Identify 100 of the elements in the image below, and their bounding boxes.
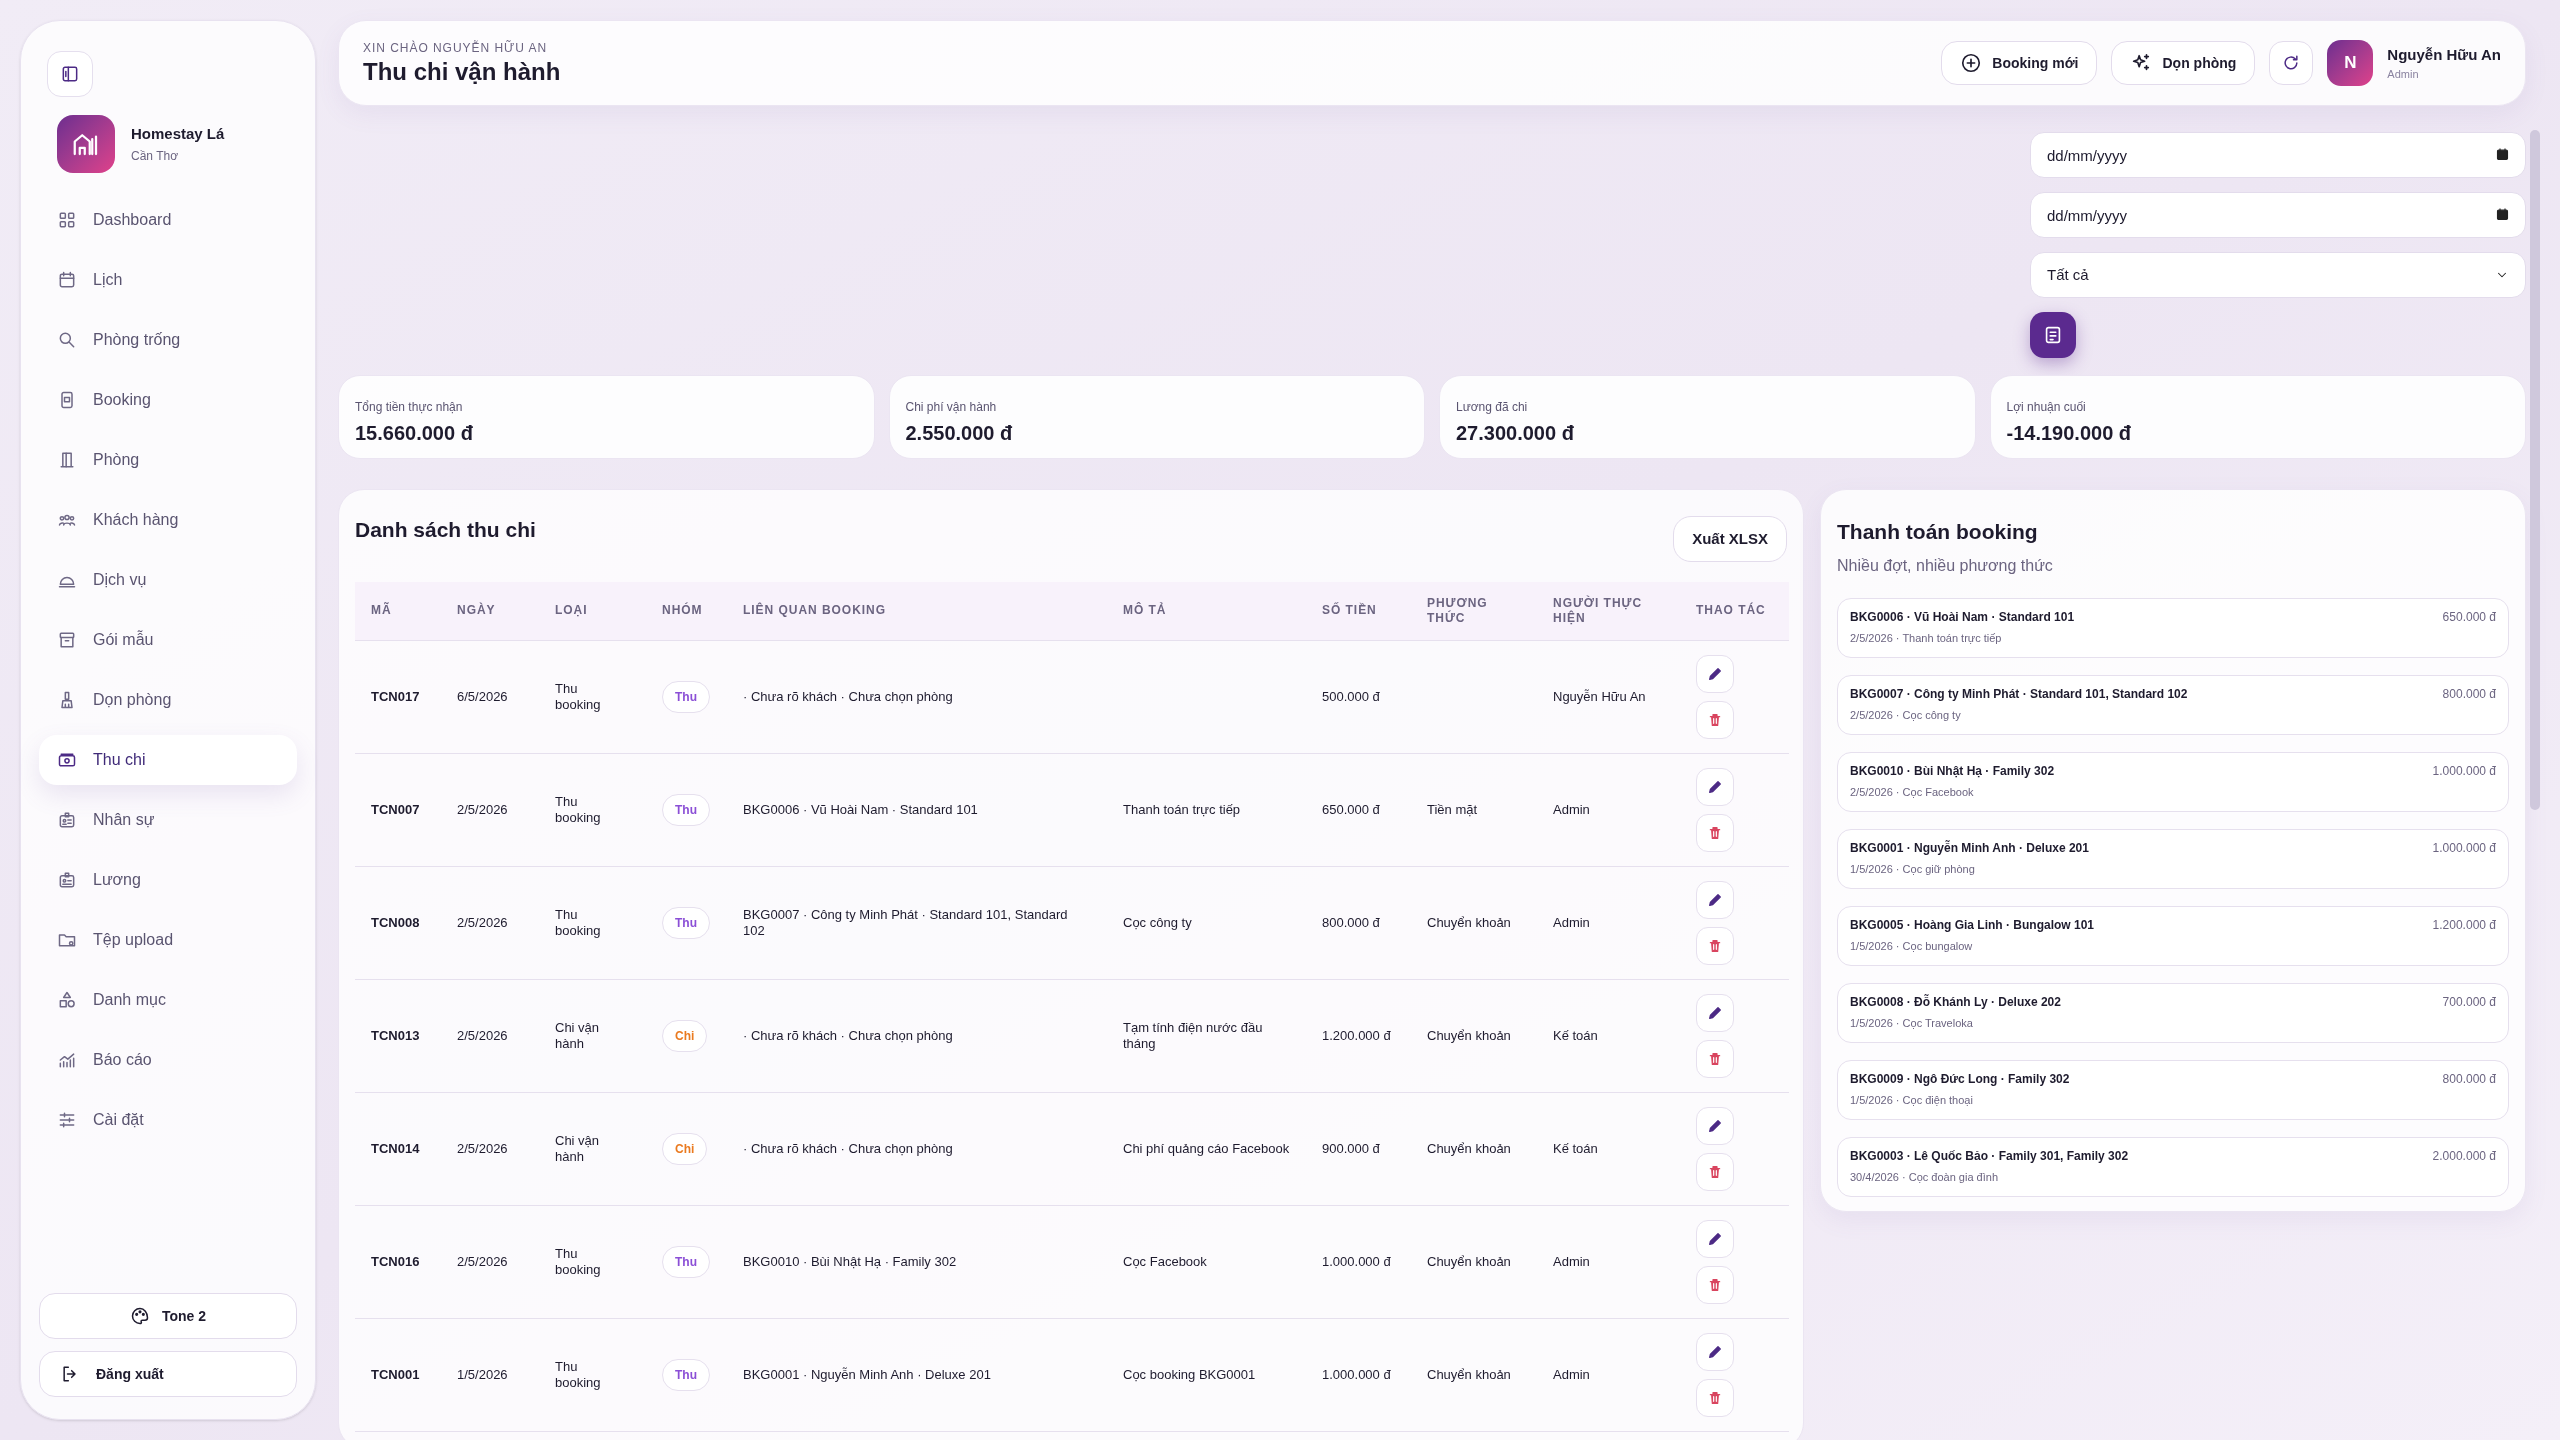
type-cell-text: Thu booking — [555, 680, 602, 713]
sidebar-item[interactable]: Dọn phòng — [39, 675, 297, 725]
sidebar-item[interactable]: Gói mẫu — [39, 615, 297, 665]
sidebar-item[interactable]: Thu chi — [39, 735, 297, 785]
payment-detail: 1/5/2026 · Cọc điện thoại — [1850, 1093, 1974, 1107]
edit-button[interactable] — [1696, 1219, 1734, 1258]
sidebar-item[interactable]: Cài đặt — [39, 1095, 297, 1145]
payment-amount: 800.000 đ — [2442, 686, 2496, 701]
sidebar-item[interactable]: Danh mục — [39, 975, 297, 1025]
trash-icon — [1707, 1050, 1723, 1067]
edit-button[interactable] — [1696, 880, 1734, 919]
booking-cell-text: · Chưa rõ khách · Chưa chọn phòng — [743, 1140, 954, 1157]
payment-detail: 1/5/2026 · Cọc Traveloka — [1850, 1016, 1974, 1030]
sidebar-item[interactable]: Phòng — [39, 435, 297, 485]
group-badge: Chi — [662, 1132, 708, 1165]
export-button[interactable]: Xuất XLSX — [1673, 516, 1787, 562]
plus-circle-icon — [1960, 52, 1983, 74]
sliders-icon — [57, 1110, 77, 1130]
sidebar-item[interactable]: Booking — [39, 375, 297, 425]
sidebar-item[interactable]: Khách hàng — [39, 495, 297, 545]
edit-button[interactable] — [1696, 1332, 1734, 1371]
group-badge: Chi — [662, 1019, 708, 1052]
delete-button[interactable] — [1696, 1039, 1734, 1078]
delete-button[interactable] — [1696, 926, 1734, 965]
shapes-icon — [57, 990, 77, 1010]
payment-card[interactable]: BKG0006 · Vũ Hoài Nam · Standard 101 2/5/2026 · Thanh toán trực tiếp 650.000 đ — [1837, 597, 2509, 658]
booking-cell-text: · Chưa rõ khách · Chưa chọn phòng — [743, 688, 954, 705]
sidebar-item[interactable]: Lương — [39, 855, 297, 905]
date-cell-text: 2/5/2026 — [457, 1027, 509, 1044]
transaction-code: TCN013 — [371, 1027, 421, 1044]
transaction-code: TCN008 — [371, 914, 421, 931]
transaction-code: TCN016 — [371, 1253, 421, 1270]
payment-title: BKG0009 · Ngô Đức Long · Family 302 — [1850, 1071, 2071, 1086]
trash-icon — [1707, 1389, 1723, 1406]
payment-detail: 2/5/2026 · Cọc Facebook — [1850, 785, 1975, 799]
date-field[interactable]: dd/mm/yyyy — [2030, 132, 2526, 178]
description-cell-text: Cọc booking BKG0001 — [1123, 1366, 1257, 1383]
edit-button[interactable] — [1696, 654, 1734, 693]
method-cell-text: Chuyển khoản — [1427, 914, 1512, 931]
edit-button[interactable] — [1696, 993, 1734, 1032]
person-cell-text: Admin — [1553, 1366, 1591, 1383]
edit-button[interactable] — [1696, 1106, 1734, 1145]
date-cell-text: 1/5/2026 — [457, 1366, 509, 1383]
transaction-code: TCN001 — [371, 1366, 421, 1383]
payment-title: BKG0003 · Lê Quốc Bảo · Family 301, Family 302 — [1850, 1148, 2130, 1163]
column-header: THAO TÁC — [1696, 603, 1767, 619]
payment-detail: 2/5/2026 · Cọc công ty — [1850, 708, 1962, 722]
type-select[interactable]: Tất cả — [2030, 252, 2526, 298]
transaction-code: TCN017 — [371, 688, 421, 705]
column-header: MÃ — [371, 603, 393, 619]
date-field[interactable]: dd/mm/yyyy — [2030, 192, 2526, 238]
payment-amount: 1.000.000 đ — [2432, 840, 2496, 855]
sidebar-item[interactable]: Tệp upload — [39, 915, 297, 965]
logout-button[interactable]: Đăng xuất — [39, 1351, 297, 1397]
payment-amount: 2.000.000 đ — [2432, 1148, 2496, 1163]
type-cell-text: Chi vận hành — [555, 1019, 601, 1052]
person-cell-text: Kế toán — [1553, 1140, 1599, 1157]
apply-filter-button[interactable] — [2030, 312, 2076, 358]
payment-detail: 1/5/2026 · Cọc giữ phòng — [1850, 862, 1976, 876]
payment-title: BKG0010 · Bùi Nhật Hạ · Family 302 — [1850, 763, 2056, 778]
user-avatar: N — [2327, 40, 2374, 86]
amount-cell-text: 800.000 đ — [1322, 914, 1381, 931]
header-button[interactable]: Dọn phòng — [2111, 41, 2256, 85]
delete-button[interactable] — [1696, 1152, 1734, 1191]
delete-button[interactable] — [1696, 813, 1734, 852]
trash-icon — [1707, 937, 1723, 954]
sidebar-item[interactable]: Dashboard — [39, 195, 297, 245]
type-cell-text: Thu booking — [555, 906, 602, 939]
stat-label: Tổng tiền thực nhận — [355, 399, 464, 416]
method-cell-text: Chuyển khoản — [1427, 1366, 1512, 1383]
sidebar-item[interactable]: Phòng trống — [39, 315, 297, 365]
amount-cell-text: 900.000 đ — [1322, 1140, 1381, 1157]
payment-card[interactable]: BKG0005 · Hoàng Gia Linh · Bungalow 101 1/5/2026 · Cọc bungalow 1.200.000 đ — [1837, 905, 2509, 966]
sidebar-item[interactable]: Lịch — [39, 255, 297, 305]
sidebar-item[interactable]: Báo cáo — [39, 1035, 297, 1085]
edit-button[interactable] — [1696, 767, 1734, 806]
type-cell-text: Thu booking — [555, 1358, 602, 1391]
booking-cell-text: BKG0007 · Công ty Minh Phát · Standard 101, Standard 102 — [743, 906, 1069, 939]
delete-button[interactable] — [1696, 1378, 1734, 1417]
header-button[interactable]: Booking mới — [1941, 41, 2098, 85]
sidebar-item[interactable]: Dịch vụ — [39, 555, 297, 605]
stat-value: 2.550.000 đ — [905, 421, 1014, 446]
payment-card[interactable]: BKG0003 · Lê Quốc Bảo · Family 301, Family 302 30/4/2026 · Cọc đoàn gia đình 2.000.000 đ — [1837, 1136, 2509, 1197]
calendar-icon — [2495, 207, 2510, 222]
payment-card[interactable]: BKG0010 · Bùi Nhật Hạ · Family 302 2/5/2026 · Cọc Facebook 1.000.000 đ — [1837, 751, 2509, 812]
payment-card[interactable]: BKG0001 · Nguyễn Minh Anh · Deluxe 201 1/5/2026 · Cọc giữ phòng 1.000.000 đ — [1837, 828, 2509, 889]
payment-card[interactable]: BKG0007 · Công ty Minh Phát · Standard 101, Standard 102 2/5/2026 · Cọc công ty 800.000 đ — [1837, 674, 2509, 735]
theme-button[interactable]: Tone 2 — [39, 1293, 297, 1339]
sidebar-toggle-button[interactable] — [47, 51, 93, 97]
delete-button[interactable] — [1696, 1265, 1734, 1304]
delete-button[interactable] — [1696, 700, 1734, 739]
sidebar-item[interactable]: Nhân sự — [39, 795, 297, 845]
booking-cell-text: · Chưa rõ khách · Chưa chọn phòng — [743, 1027, 954, 1044]
payment-amount: 1.200.000 đ — [2432, 917, 2496, 932]
payment-card[interactable]: BKG0009 · Ngô Đức Long · Family 302 1/5/2026 · Cọc điện thoại 800.000 đ — [1837, 1059, 2509, 1120]
scrollbar[interactable] — [2530, 130, 2540, 810]
booking-cell-text: BKG0010 · Bùi Nhật Hạ · Family 302 — [743, 1253, 958, 1270]
refresh-button[interactable] — [2269, 41, 2314, 85]
payment-card[interactable]: BKG0008 · Đỗ Khánh Ly · Deluxe 202 1/5/2026 · Cọc Traveloka 700.000 đ — [1837, 982, 2509, 1043]
stat-label: Lợi nhuận cuối — [2006, 399, 2087, 416]
